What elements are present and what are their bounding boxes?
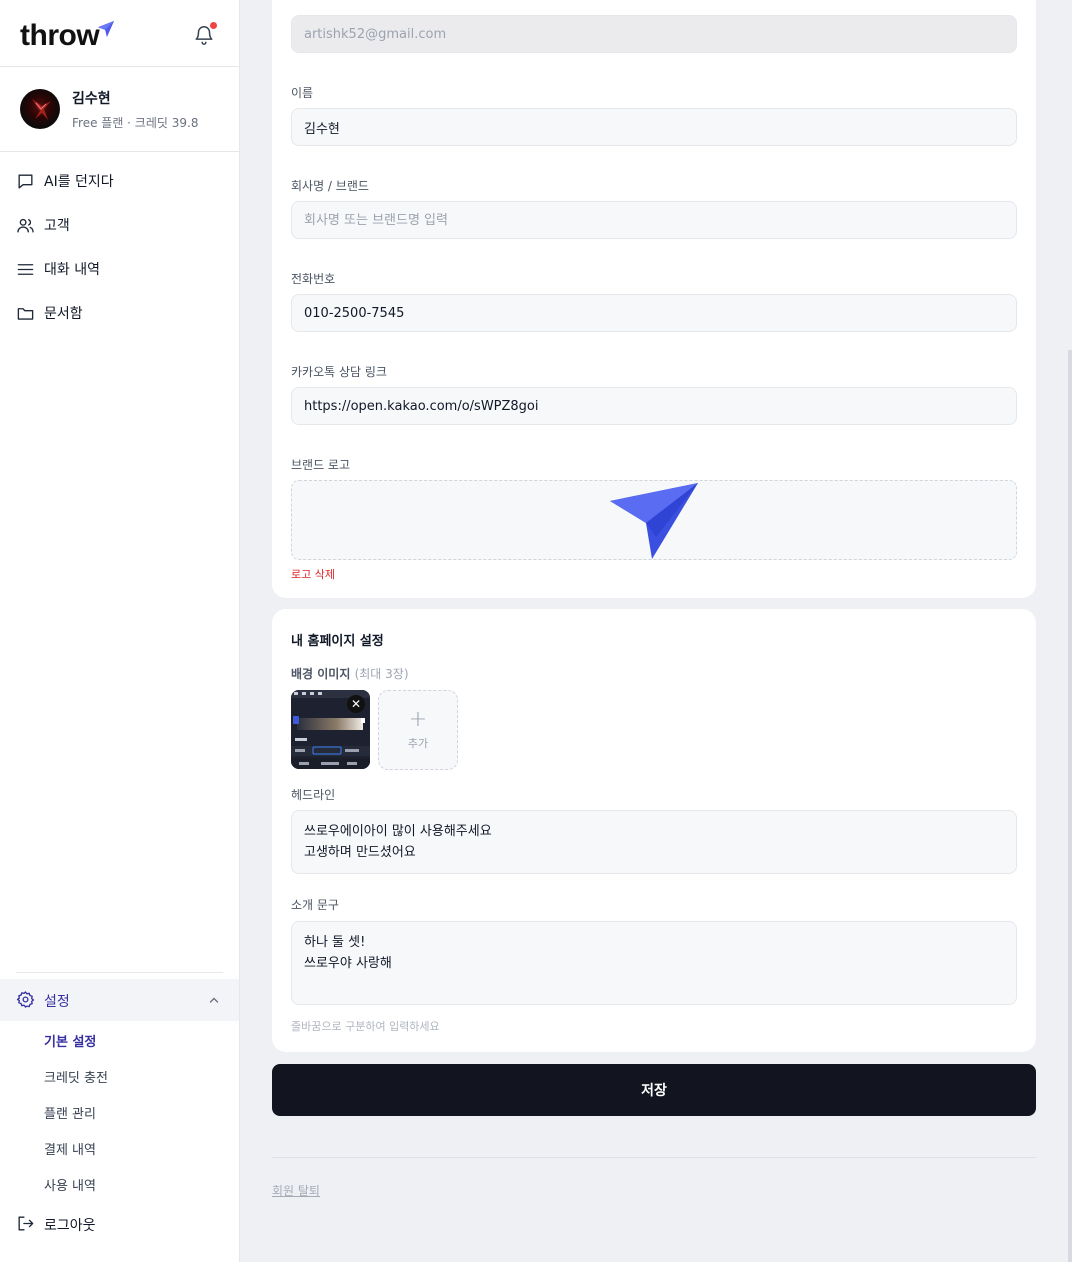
notification-dot — [210, 22, 217, 29]
company-label: 회사명 / 브랜드 — [291, 179, 369, 193]
nav-item-documents[interactable]: 문서함 — [0, 295, 239, 331]
logo-label: 브랜드 로고 — [291, 458, 351, 472]
nav-item-ai[interactable]: AI를 던지다 — [0, 163, 239, 199]
remove-image-button[interactable]: ✕ — [347, 695, 365, 713]
avatar — [20, 89, 60, 129]
paper-plane-logo-icon — [98, 20, 115, 38]
sidebar: throw 김수현 Free 플랜 · 크레딧 39.8 AI를 던지다 고객 — [0, 0, 240, 1262]
intro-hint: 줄바꿈으로 구분하여 입력하세요 — [291, 1020, 440, 1033]
brand-logo-image — [610, 483, 698, 559]
sub-item-credit-charge[interactable]: 크레딧 충전 — [44, 1067, 108, 1086]
nav-item-settings[interactable]: 설정 — [0, 979, 239, 1021]
brand-logo-upload[interactable] — [291, 480, 1017, 560]
nav-item-history[interactable]: 대화 내역 — [0, 251, 239, 287]
withdraw-link[interactable]: 회원 탈퇴 — [272, 1182, 320, 1199]
intro-label: 소개 문구 — [291, 898, 339, 912]
chevron-up-icon[interactable] — [208, 994, 220, 1006]
nav-label: 고객 — [44, 218, 70, 234]
name-label: 이름 — [291, 86, 314, 100]
bg-image-label-text: 배경 이미지 — [291, 667, 351, 681]
folder-icon — [17, 307, 34, 320]
email-field — [291, 15, 1017, 53]
profile-plan: Free 플랜 · 크레딧 39.8 — [72, 116, 199, 130]
users-icon — [17, 218, 34, 233]
nav-label: 문서함 — [44, 306, 83, 322]
sub-item-basic-settings[interactable]: 기본 설정 — [44, 1031, 96, 1050]
kakao-label: 카카오톡 상담 링크 — [291, 365, 387, 379]
footer-divider — [272, 1157, 1036, 1158]
kakao-link-field[interactable] — [291, 387, 1017, 425]
headline-label: 헤드라인 — [291, 788, 336, 802]
homepage-section-title: 내 홈페이지 설정 — [291, 634, 384, 649]
intro-textarea[interactable]: 하나 둘 셋! 쓰로우야 사랑해 — [291, 921, 1017, 1005]
sidebar-divider — [16, 972, 223, 973]
sidebar-header: throw — [0, 0, 239, 67]
sub-item-usage-history[interactable]: 사용 내역 — [44, 1175, 96, 1194]
nav-label: AI를 던지다 — [44, 174, 114, 190]
add-bg-image-button[interactable]: + 추가 — [378, 690, 458, 770]
company-field[interactable] — [291, 201, 1017, 239]
logo-delete-button[interactable]: 로고 삭제 — [291, 566, 335, 582]
logout-label: 로그아웃 — [44, 1218, 96, 1234]
logo-text: throw — [20, 19, 100, 52]
bg-image-limit: (최대 3장) — [354, 667, 409, 681]
sub-item-plan-management[interactable]: 플랜 관리 — [44, 1103, 96, 1122]
gear-icon — [16, 991, 35, 1008]
logout-button[interactable]: 로그아웃 — [0, 1212, 239, 1236]
nav-item-customers[interactable]: 고객 — [0, 207, 239, 243]
nav-label: 설정 — [44, 994, 70, 1010]
phone-field[interactable] — [291, 294, 1017, 332]
name-field[interactable] — [291, 108, 1017, 146]
save-button[interactable]: 저장 — [272, 1064, 1036, 1116]
app-logo[interactable]: throw — [20, 18, 115, 54]
scrollbar[interactable] — [1068, 350, 1072, 1262]
list-icon — [17, 263, 34, 275]
chat-icon — [18, 173, 33, 189]
headline-textarea[interactable]: 쓰로우에이아이 많이 사용해주세요 고생하며 만드셨어요 — [291, 810, 1017, 874]
logout-icon — [18, 1216, 34, 1231]
sub-item-payment-history[interactable]: 결제 내역 — [44, 1139, 96, 1158]
add-label: 추가 — [407, 737, 429, 750]
bg-image-label: 배경 이미지 (최대 3장) — [291, 665, 409, 682]
profile-card[interactable] — [0, 67, 239, 152]
nav-label: 대화 내역 — [44, 262, 100, 278]
profile-name: 김수현 — [72, 91, 111, 107]
phone-label: 전화번호 — [291, 272, 336, 286]
plus-icon: + — [408, 707, 428, 732]
